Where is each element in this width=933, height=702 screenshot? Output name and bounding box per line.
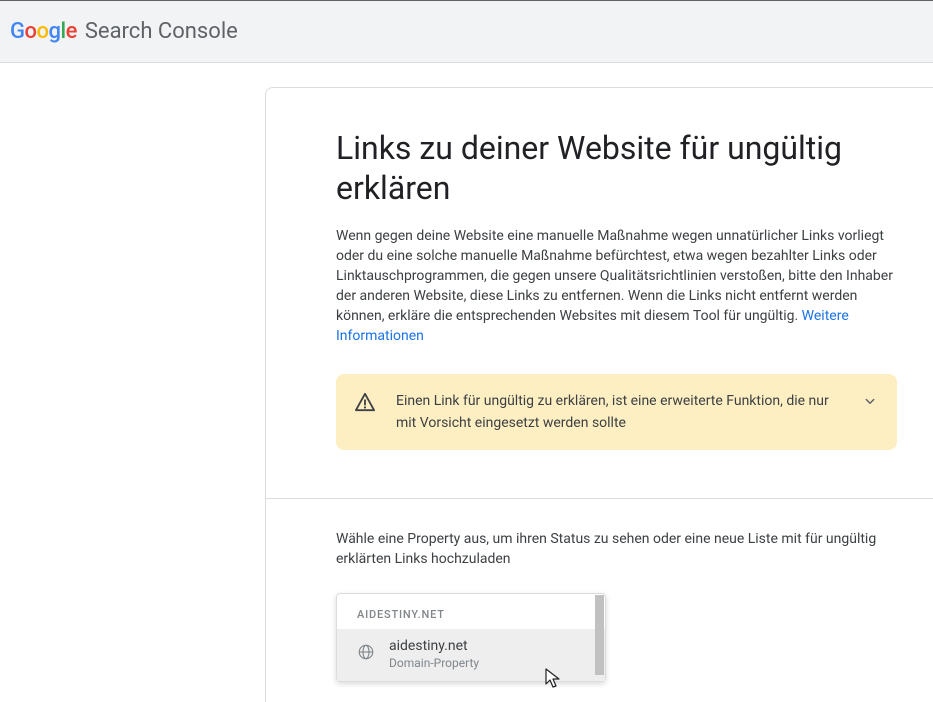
option-subtitle: Domain-Property [389, 655, 479, 671]
warning-banner[interactable]: Einen Link für ungültig zu erklären, ist… [336, 374, 897, 450]
google-logo[interactable]: Google Search Console [10, 19, 238, 44]
dropdown-scrollbar[interactable] [595, 595, 604, 675]
page-description: Wenn gegen deine Website eine manuelle M… [336, 226, 897, 346]
chevron-down-icon[interactable] [861, 392, 879, 414]
app-header: Google Search Console [0, 1, 933, 63]
dropdown-group-header: AIDESTINY.NET [337, 594, 605, 629]
warning-icon [354, 392, 376, 416]
warning-text: Einen Link für ungültig zu erklären, ist… [396, 390, 841, 434]
globe-icon [357, 643, 375, 665]
property-select-label: Wähle eine Property aus, um ihren Status… [336, 529, 897, 569]
option-title: aidestiny.net [389, 637, 479, 655]
property-dropdown[interactable]: AIDESTINY.NET aidestiny.net Domain-Prope… [336, 593, 606, 682]
main-content: Links zu deiner Website für ungültig erk… [265, 87, 933, 702]
google-wordmark: Google [10, 19, 77, 44]
page-title: Links zu deiner Website für ungültig erk… [336, 128, 897, 208]
product-name: Search Console [85, 19, 238, 44]
section-divider [266, 498, 933, 499]
dropdown-option[interactable]: aidestiny.net Domain-Property [337, 629, 605, 681]
